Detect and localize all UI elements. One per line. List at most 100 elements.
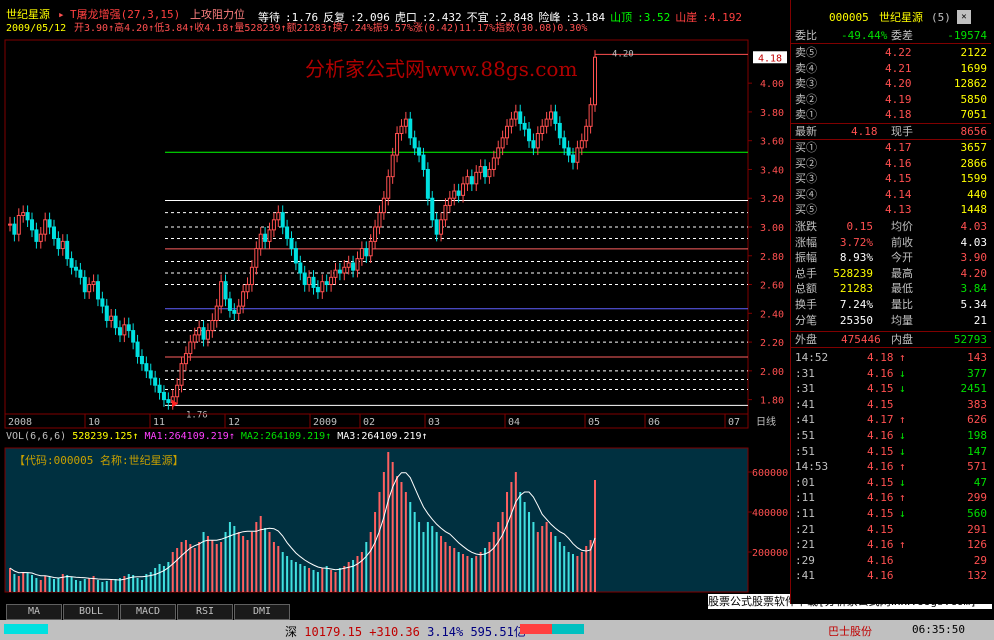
tick-row: :01 4.15 47 ↓ (795, 475, 987, 489)
sub-window-title: 【代码:000005 名称:世纪星源】 (14, 454, 184, 467)
candle-body (584, 125, 589, 142)
candle-body (82, 276, 87, 293)
candle-body (337, 269, 342, 274)
tab-dmi[interactable]: DMI (234, 604, 290, 620)
status-bar: 深 10179.15 +310.36 3.14% 595.51亿 巴士股份 06… (0, 620, 994, 640)
buy-row-2: 买② 4.16 2866 (795, 156, 987, 170)
time-axis-frame (4, 413, 749, 429)
kline-chart[interactable]: 4.00 3.80 3.60 3.40 3.20 3.00 2.80 2.60 2.40 2.20… (0, 36, 788, 604)
candle-body (390, 154, 395, 178)
candle-body (38, 233, 43, 242)
candle-body (16, 214, 21, 235)
candle-body (29, 219, 34, 231)
support-label: 上攻阻力位 (190, 8, 245, 21)
indicator-name[interactable]: T屠龙增强(27,3,15) (70, 9, 180, 21)
candle-body (496, 147, 501, 159)
candle-body (69, 258, 74, 268)
day-stats: 开3.90↑高4.20↑低3.84↑收4.18↑量528239↑额21283↑换… (74, 23, 588, 34)
tick-row: :51 4.15 147 ↓ (795, 444, 987, 458)
watermark-text: 分析家公式网www.88gs.com (305, 57, 578, 81)
tab-macd[interactable]: MACD (120, 604, 176, 620)
candle-body (571, 154, 576, 163)
sell-row-2: 卖② 4.19 5850 (795, 92, 987, 106)
time-tick-label: 03 (428, 417, 440, 428)
level-value-5: 3.52 (643, 11, 671, 24)
candle-body (377, 212, 382, 228)
candle-body (557, 122, 562, 139)
candle-body (549, 111, 554, 120)
candle-body (540, 125, 545, 135)
main-chart-panel[interactable]: 世纪星源 ▸ T屠龙增强(27,3,15) 上攻阻力位 等待:1.76 反复:2.… (0, 0, 788, 604)
candle-body (43, 219, 48, 235)
candle-body (179, 363, 184, 386)
candle-body (192, 334, 197, 343)
candle-body (104, 305, 109, 322)
price-tick-label: 2.40 (760, 309, 784, 320)
stat-row-5: 换手 7.24% 量比 5.34 (795, 298, 987, 311)
price-tick-label: 2.60 (760, 281, 784, 292)
candle-body (307, 276, 312, 286)
candle-body (513, 111, 518, 120)
tick-row: :31 4.15 2451 ↓ (795, 382, 987, 396)
stat-row-6: 分笔 25350 均量 21 (795, 313, 987, 327)
tab-boll[interactable]: BOLL (63, 604, 119, 620)
candle-body (293, 248, 298, 264)
candle-body (227, 298, 232, 311)
candle-body (421, 154, 426, 170)
candle-body (579, 140, 584, 149)
candle-body (87, 284, 92, 293)
candle-body (241, 291, 246, 307)
candle-body (500, 137, 505, 149)
candle-body (267, 229, 272, 242)
buy-row-1: 买① 4.17 3657 (795, 141, 987, 154)
arrow-up-icon: ↑ (899, 351, 906, 364)
volume-tick-label: 400000 (752, 508, 788, 519)
candle-body (113, 315, 118, 329)
candle-body (139, 355, 144, 365)
sell-row-4: 卖④ 4.21 1699 (795, 61, 987, 75)
candle-body (355, 258, 360, 271)
price-tick-label: 3.20 (760, 194, 784, 205)
candle-body (205, 330, 210, 340)
candle-body (430, 197, 435, 221)
stat-row-0: 涨跌 0.15 均价 4.03 (795, 220, 987, 233)
clock: 06:35:50 (912, 623, 965, 636)
tick-row: :11 4.16 299 ↑ (795, 491, 987, 505)
candle-body (302, 272, 307, 286)
arrow-down-icon: ↓ (899, 507, 906, 520)
price-tick-label: 3.80 (760, 108, 784, 119)
candle-body (78, 269, 83, 278)
candle-body (553, 111, 558, 124)
candle-body (359, 248, 364, 260)
candle-body (289, 238, 294, 250)
candle-body (364, 248, 369, 257)
time-tick-label: 02 (363, 417, 375, 428)
tick-row: 14:52 4.18 143 ↑ (795, 351, 987, 364)
candle-body (575, 147, 580, 163)
time-tick-label: 2008 (8, 417, 32, 428)
tick-row: :41 4.16 132 (795, 569, 987, 583)
time-tick-label: 12 (228, 417, 240, 428)
time-tick-label: 10 (88, 417, 100, 428)
quote-header: 000005 世纪星源 (5) ✕ (791, 10, 991, 25)
candle-body (131, 330, 136, 343)
tab-rsi[interactable]: RSI (177, 604, 233, 620)
candle-body (21, 212, 26, 216)
candle-body (505, 125, 510, 139)
close-icon[interactable]: ✕ (957, 10, 971, 24)
candle-body (342, 266, 347, 274)
candle-body (161, 391, 166, 401)
indicator-arrow-icon[interactable]: ▸ (58, 9, 65, 21)
stat-row-3: 总手 528239 最高 4.20 (795, 266, 987, 280)
arrow-down-icon: ↓ (899, 366, 906, 380)
low-label: 1.76 (186, 410, 208, 420)
candle-body (443, 204, 448, 221)
time-tick-label: 11 (153, 417, 165, 428)
index-readout: 深 10179.15 +310.36 3.14% 595.51亿 (285, 625, 526, 639)
tab-ma[interactable]: MA (6, 604, 62, 620)
candle-body (254, 248, 259, 268)
buy-row-3: 买③ 4.15 1599 (795, 172, 987, 185)
candle-body (412, 137, 417, 149)
price-tick-label: 3.40 (760, 165, 784, 176)
high-label: 4.20 (612, 49, 634, 59)
